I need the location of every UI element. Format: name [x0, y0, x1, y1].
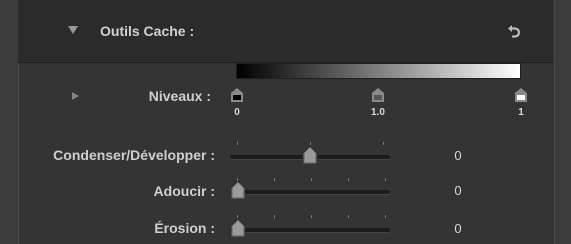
- white-point-value: 1: [518, 107, 524, 118]
- condense-expand-value: 0: [454, 148, 462, 163]
- soften-value: 0: [454, 183, 462, 198]
- slider-tick: [311, 215, 312, 218]
- gamma-handle[interactable]: [372, 88, 384, 102]
- erosion-label: Érosion :: [154, 220, 215, 236]
- disclosure-down-icon[interactable]: [68, 26, 78, 34]
- white-point-handle[interactable]: [515, 88, 527, 102]
- soften-knob[interactable]: [230, 181, 246, 199]
- disclosure-right-icon[interactable]: [72, 92, 79, 100]
- slider-tick: [311, 178, 312, 181]
- slider-tick: [237, 215, 238, 218]
- slider-tick: [274, 215, 275, 218]
- condense-expand-label: Condenser/Développer :: [53, 147, 215, 163]
- slider-tick: [348, 178, 349, 181]
- slider-tick: [385, 178, 386, 181]
- slider-tick: [274, 178, 275, 181]
- levels-gradient-bar: [236, 63, 521, 79]
- levels-label: Niveaux :: [148, 88, 211, 104]
- condense-expand-knob[interactable]: [302, 146, 318, 164]
- slider-tick: [385, 215, 386, 218]
- soften-slider[interactable]: [230, 190, 390, 194]
- erosion-knob[interactable]: [230, 219, 246, 237]
- black-point-value: 0: [234, 107, 240, 118]
- section-title: Outils Cache :: [100, 23, 195, 39]
- undo-arrow-icon[interactable]: [506, 22, 522, 40]
- gamma-value: 1.0: [371, 107, 385, 118]
- black-point-handle[interactable]: [231, 88, 243, 102]
- slider-tick: [383, 142, 384, 145]
- erosion-value: 0: [454, 221, 462, 236]
- slider-tick: [310, 142, 311, 145]
- soften-label: Adoucir :: [153, 183, 215, 199]
- slider-tick: [348, 215, 349, 218]
- erosion-slider[interactable]: [230, 228, 390, 232]
- slider-tick: [237, 142, 238, 145]
- section-header[interactable]: Outils Cache :: [18, 0, 553, 63]
